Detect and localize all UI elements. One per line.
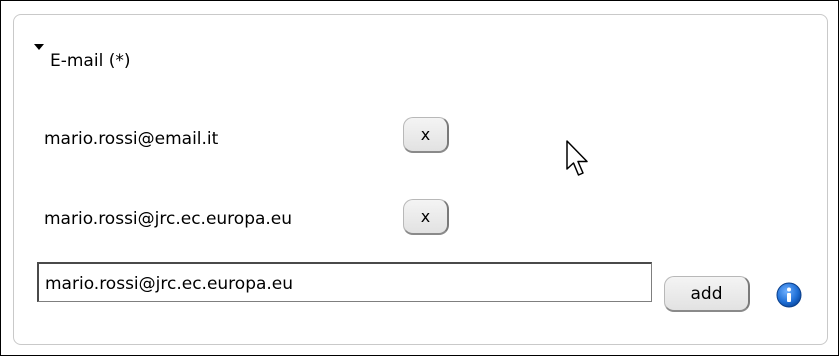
new-email-input[interactable] [37,262,652,302]
mouse-pointer-icon [566,140,588,176]
email-section-title[interactable]: E-mail (*) [50,50,130,72]
remove-email-button[interactable]: x [403,199,449,235]
email-entry-text: mario.rossi@jrc.ec.europa.eu [44,209,293,229]
add-email-button[interactable]: add [664,276,750,312]
info-icon[interactable] [775,281,803,309]
collapse-triangle-icon[interactable] [34,44,44,50]
email-entry-text: mario.rossi@email.it [44,129,219,149]
remove-email-button[interactable]: x [403,117,449,153]
